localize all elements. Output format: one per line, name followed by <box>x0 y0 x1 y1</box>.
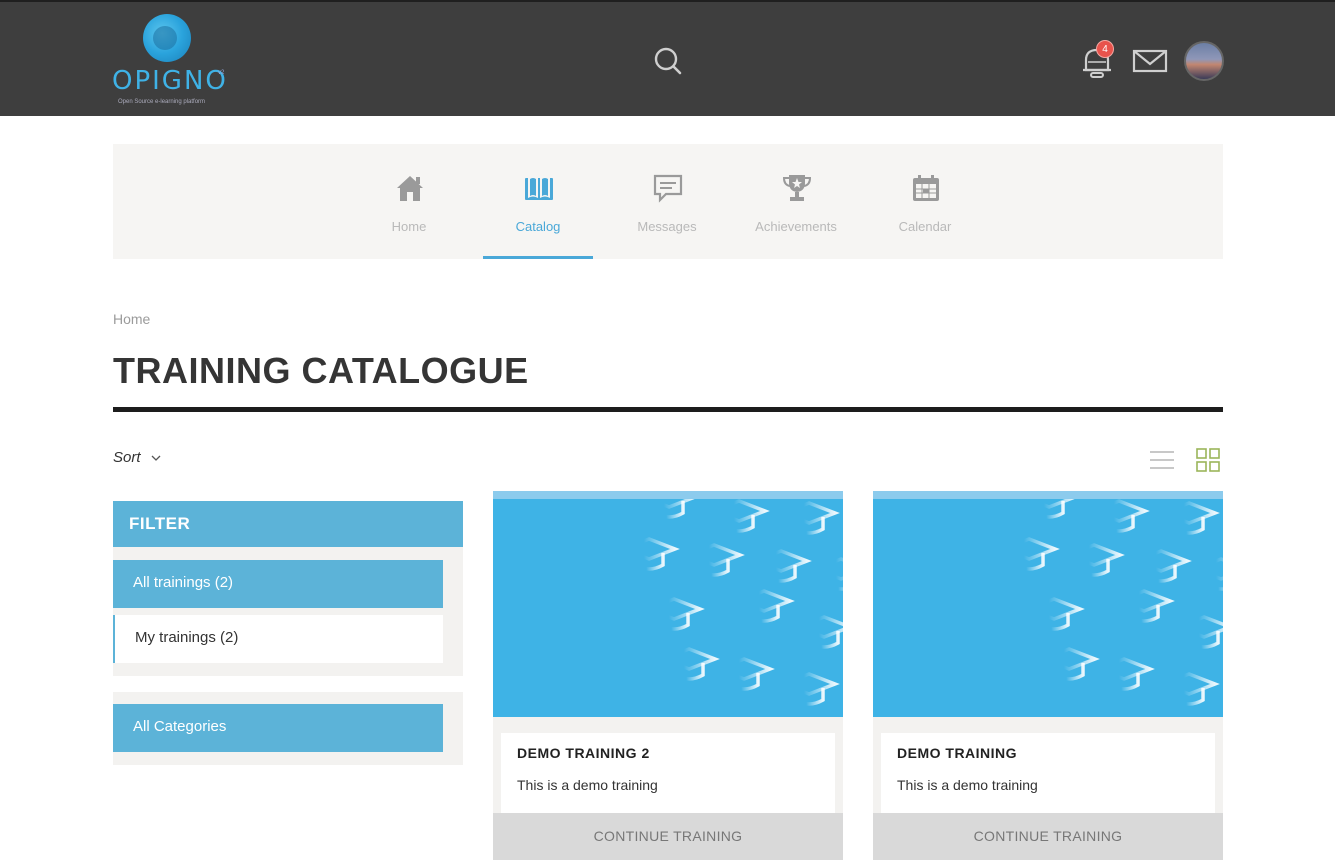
trophy-icon <box>782 175 812 201</box>
book-icon <box>525 176 553 200</box>
nav-label-messages: Messages <box>637 219 697 234</box>
filter-all-trainings[interactable]: All trainings (2) <box>113 560 443 608</box>
training-title[interactable]: DEMO TRAINING 2 <box>517 745 650 761</box>
breadcrumb[interactable]: Home <box>113 311 150 327</box>
training-card[interactable]: DEMO TRAINING This is a demo training CO… <box>873 491 1223 860</box>
nav-label-calendar: Calendar <box>898 219 952 234</box>
top-header: OPIGNO v2 Open Source e-learning platfor… <box>0 0 1335 116</box>
training-card-body: DEMO TRAINING 2 This is a demo training <box>501 733 835 813</box>
graduation-cap-pattern-icon <box>621 499 843 706</box>
logo-version: v2 <box>218 70 225 76</box>
grid-view-icon[interactable] <box>1195 447 1221 473</box>
continue-training-button[interactable]: CONTINUE TRAINING <box>493 813 843 860</box>
nav-item-home[interactable]: Home <box>354 144 464 259</box>
training-card-image <box>493 491 843 717</box>
training-card-body: DEMO TRAINING This is a demo training <box>881 733 1215 813</box>
title-divider <box>113 407 1223 412</box>
page-title: TRAINING CATALOGUE <box>113 350 529 391</box>
nav-item-calendar[interactable]: Calendar <box>870 144 980 259</box>
home-icon <box>397 176 423 201</box>
logo-tagline: Open Source e-learning platform <box>118 99 206 105</box>
user-avatar[interactable] <box>1184 41 1224 81</box>
training-card-image <box>873 491 1223 717</box>
nav-item-catalog[interactable]: Catalog <box>483 144 593 259</box>
training-description: This is a demo training <box>517 777 658 793</box>
sort-dropdown[interactable]: Sort <box>113 449 141 466</box>
logo-text: OPIGNO <box>112 66 228 96</box>
search-icon[interactable] <box>652 45 684 77</box>
filter-heading: FILTER <box>113 501 463 547</box>
main-nav: Home Catalog Messages Achievements Calen… <box>113 144 1223 259</box>
opigno-logo[interactable]: OPIGNO v2 Open Source e-learning platfor… <box>112 14 226 106</box>
nav-item-messages[interactable]: Messages <box>612 144 722 259</box>
mail-icon[interactable] <box>1132 47 1168 75</box>
nav-label-home: Home <box>391 219 427 234</box>
calendar-icon <box>913 175 939 201</box>
category-panel: All Categories <box>113 692 463 765</box>
nav-label-catalog: Catalog <box>515 219 561 234</box>
graduation-cap-pattern-icon <box>1001 499 1223 706</box>
list-view-icon[interactable] <box>1148 447 1176 473</box>
notification-badge: 4 <box>1096 40 1114 58</box>
training-title[interactable]: DEMO TRAINING <box>897 745 1017 761</box>
filter-all-categories[interactable]: All Categories <box>113 704 443 752</box>
training-description: This is a demo training <box>897 777 1038 793</box>
continue-training-button[interactable]: CONTINUE TRAINING <box>873 813 1223 860</box>
filter-my-trainings[interactable]: My trainings (2) <box>113 615 443 663</box>
filter-panel: FILTER All trainings (2) My trainings (2… <box>113 501 463 676</box>
logo-mark-icon <box>143 14 191 62</box>
nav-item-achievements[interactable]: Achievements <box>741 144 851 259</box>
training-card[interactable]: DEMO TRAINING 2 This is a demo training … <box>493 491 843 860</box>
chevron-down-icon[interactable] <box>150 453 162 463</box>
nav-label-achievements: Achievements <box>755 219 837 234</box>
message-icon <box>653 174 683 203</box>
